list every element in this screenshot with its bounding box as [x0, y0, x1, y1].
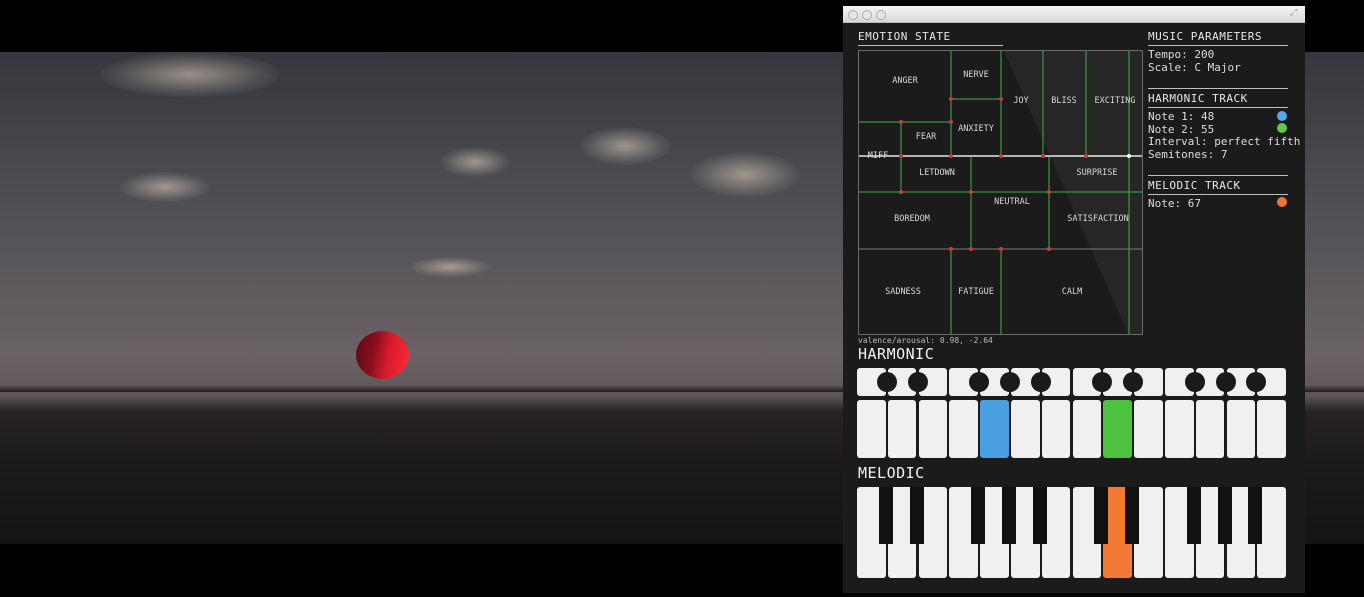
cloud — [690, 152, 800, 197]
harmonic-section-label: HARMONIC — [858, 345, 935, 363]
zoom-window-button[interactable] — [876, 10, 886, 20]
title-bar[interactable]: ⤢ — [843, 6, 1305, 23]
emotion-label-satisfaction: SATISFACTION — [1067, 214, 1129, 224]
harmonic-white-key[interactable] — [1195, 400, 1225, 458]
emotion-state-header: EMOTION STATE — [858, 30, 951, 43]
harmonic-black-key[interactable] — [907, 372, 928, 392]
scale-value: Scale: C Major — [1148, 61, 1241, 74]
harmonic-white-key[interactable] — [1226, 400, 1256, 458]
harmonic-semitones: Semitones: 7 — [1148, 148, 1228, 161]
cloud — [120, 172, 210, 202]
tempo-value: Tempo: 200 — [1148, 48, 1215, 61]
minimize-window-button[interactable] — [862, 10, 872, 20]
harmonic-keyboard[interactable] — [857, 368, 1289, 460]
melodic-note: Note: 67 — [1148, 197, 1201, 210]
melodic-black-key[interactable] — [909, 487, 924, 544]
cloud — [410, 257, 490, 277]
note2-color-dot — [1277, 123, 1287, 133]
melodic-black-key[interactable] — [1186, 487, 1201, 544]
emotion-label-miff: MIFF — [867, 151, 889, 161]
app-window: ⤢ EMOTION STATE ANGER NERVE JOY BLISS EX… — [843, 6, 1305, 593]
harmonic-white-key[interactable] — [857, 400, 886, 458]
harmonic-white-key[interactable] — [1041, 400, 1071, 458]
harmonic-white-key[interactable] — [949, 400, 978, 458]
harmonic-track-topline — [1148, 88, 1288, 89]
melodic-track-underline — [1148, 194, 1288, 195]
cloud — [100, 52, 280, 97]
note1-color-dot — [1277, 111, 1287, 121]
emotion-label-bliss: BLISS — [1051, 96, 1077, 106]
harmonic-black-key[interactable] — [876, 372, 897, 392]
melodic-black-key[interactable] — [1002, 487, 1016, 544]
emotion-label-neutral: NEUTRAL — [994, 197, 1030, 207]
harmonic-black-key[interactable] — [1184, 372, 1205, 392]
emotion-label-fear: FEAR — [915, 132, 937, 142]
harmonic-track-underline — [1148, 107, 1288, 108]
melodic-black-key[interactable] — [1217, 487, 1232, 544]
melodic-black-key[interactable] — [878, 487, 893, 544]
harmonic-note1: Note 1: 48 — [1148, 110, 1215, 123]
harmonic-white-key[interactable] — [1134, 400, 1163, 458]
harmonic-white-key[interactable] — [1165, 400, 1194, 458]
melodic-black-key[interactable] — [1032, 487, 1047, 544]
cloud — [580, 127, 670, 165]
emotion-label-letdown: LETDOWN — [919, 168, 955, 178]
resize-icon[interactable]: ⤢ — [1290, 9, 1299, 18]
harmonic-black-key[interactable] — [1000, 372, 1020, 392]
close-window-button[interactable] — [848, 10, 858, 20]
emotion-grid[interactable]: ANGER NERVE JOY BLISS EXCITING FEAR ANXI… — [858, 50, 1143, 335]
harmonic-white-key[interactable] — [980, 400, 1009, 458]
melodic-keyboard[interactable] — [857, 487, 1289, 579]
emotion-label-exciting: EXCITING — [1094, 96, 1136, 106]
harmonic-interval: Interval: perfect fifth — [1148, 135, 1301, 148]
harmonic-white-key[interactable] — [1072, 400, 1102, 458]
emotion-label-fatigue: FATIGUE — [958, 287, 994, 297]
music-parameters-underline — [1148, 45, 1288, 46]
emotion-state-underline — [858, 45, 1003, 46]
harmonic-white-key[interactable] — [1103, 400, 1132, 458]
harmonic-track-header: HARMONIC TRACK — [1148, 92, 1248, 105]
emotion-label-sadness: SADNESS — [885, 287, 921, 297]
emotion-label-anger: ANGER — [892, 76, 918, 86]
emotion-label-joy: JOY — [1013, 96, 1029, 106]
emotion-label-nerve: NERVE — [963, 70, 989, 80]
melodic-black-key[interactable] — [1094, 487, 1109, 544]
melodic-black-key[interactable] — [1248, 487, 1263, 544]
melodic-note-color-dot — [1277, 197, 1287, 207]
melodic-black-key[interactable] — [1125, 487, 1140, 544]
harmonic-white-key[interactable] — [1011, 400, 1040, 458]
valence-arousal-readout: valence/arousal: 0.98, -2.64 — [858, 336, 993, 345]
music-parameters-header: MUSIC PARAMETERS — [1148, 30, 1262, 43]
emotion-label-calm: CALM — [1061, 287, 1083, 297]
emotion-label-surprise: SURPRISE — [1076, 168, 1118, 178]
red-ball — [356, 331, 409, 379]
emotion-label-boredom: BOREDOM — [894, 214, 930, 224]
harmonic-black-key[interactable] — [1030, 372, 1051, 392]
melodic-section-label: MELODIC — [858, 464, 925, 482]
melodic-track-header: MELODIC TRACK — [1148, 179, 1241, 192]
melodic-track-topline — [1148, 175, 1288, 176]
emotion-label-anxiety: ANXIETY — [958, 124, 994, 134]
harmonic-white-key[interactable] — [1257, 400, 1286, 458]
cloud — [440, 147, 510, 177]
harmonic-white-key[interactable] — [887, 400, 917, 458]
harmonic-black-key[interactable] — [1215, 372, 1236, 392]
melodic-black-key[interactable] — [971, 487, 986, 544]
harmonic-white-key[interactable] — [918, 400, 948, 458]
